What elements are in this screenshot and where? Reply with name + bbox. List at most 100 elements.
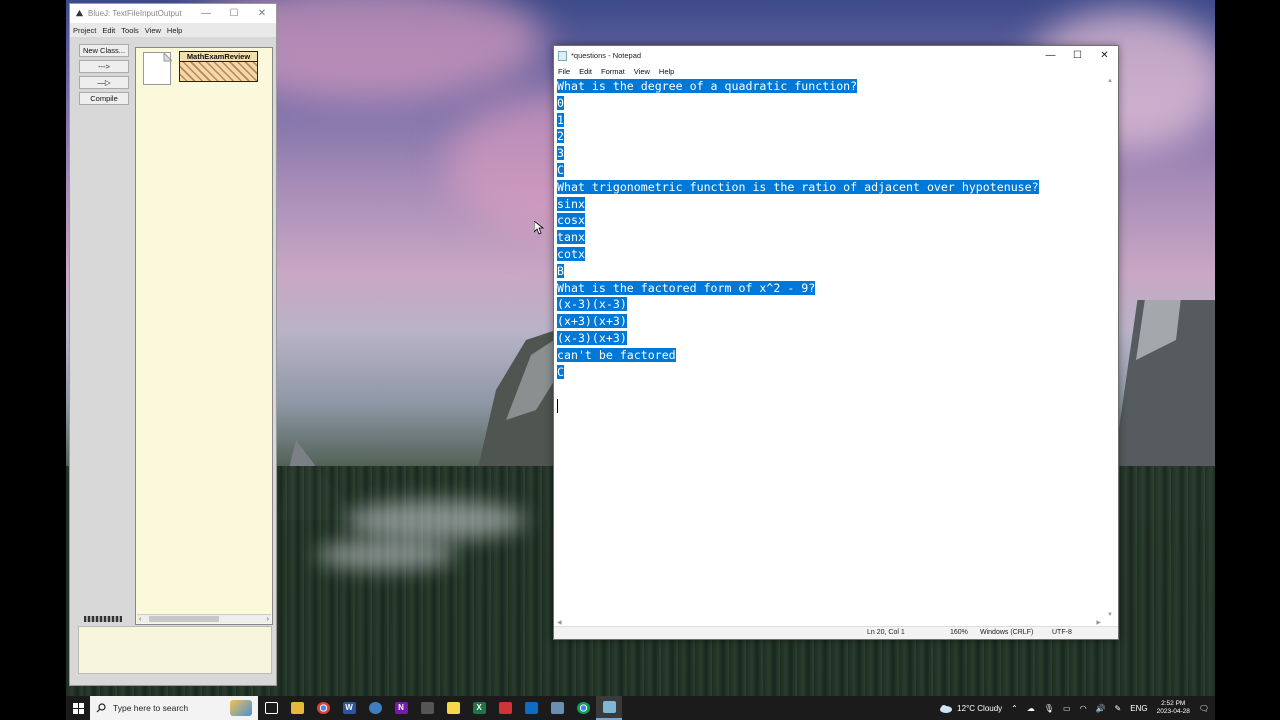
taskbar-app-word[interactable]: W — [336, 696, 362, 720]
text-editor-area[interactable]: What is the degree of a quadratic functi… — [557, 78, 1105, 618]
menu-help[interactable]: Help — [167, 26, 182, 35]
taskbar-app-chrome-2[interactable] — [570, 696, 596, 720]
taskbar-app-edge[interactable] — [362, 696, 388, 720]
start-button[interactable] — [66, 696, 90, 720]
remote-desktop-icon — [550, 702, 564, 714]
taskbar-app-vscode[interactable] — [518, 696, 544, 720]
taskbar-app-file-explorer[interactable] — [284, 696, 310, 720]
scroll-left-icon[interactable]: ‹ — [139, 616, 141, 623]
text-line: cosx — [557, 213, 585, 228]
bluej-logo-icon — [75, 9, 84, 17]
machine-activity-indicator — [84, 616, 122, 622]
taskbar-app-media[interactable] — [492, 696, 518, 720]
clock-date: 2023-04-28 — [1156, 708, 1190, 715]
close-button[interactable]: ✕ — [1091, 50, 1118, 61]
system-tray: 12°C Cloudy ⌃ ☁ 🎙 ▭ ◠ 🔊 ✎ ENG 2:52 PM 20… — [939, 700, 1215, 716]
text-line: can't be factored — [557, 347, 676, 362]
status-bar: Ln 20, Col 1 160% Windows (CRLF) UTF-8 — [554, 626, 1118, 639]
text-line: What is the factored form of x^2 - 9? — [557, 280, 816, 295]
text-line: (x-3)(x-3) — [557, 297, 627, 312]
menu-tools[interactable]: Tools — [121, 26, 139, 35]
pen-icon[interactable]: ✎ — [1115, 704, 1122, 713]
menu-edit[interactable]: Edit — [579, 67, 592, 76]
show-hidden-icons-chevron-icon[interactable]: ⌃ — [1011, 704, 1018, 713]
text-line: cotx — [557, 246, 585, 261]
taskbar: Type here to search W N X 12°C Cloudy ⌃ … — [66, 696, 1215, 720]
close-button[interactable]: ✕ — [248, 8, 276, 19]
scroll-right-icon[interactable]: › — [267, 616, 269, 623]
scroll-up-icon[interactable]: ▲ — [1107, 78, 1113, 84]
weather-text: 12°C Cloudy — [957, 703, 1003, 713]
cursor-position: Ln 20, Col 1 — [867, 629, 905, 636]
scroll-down-icon[interactable]: ▼ — [1107, 612, 1113, 618]
menu-format[interactable]: Format — [601, 67, 625, 76]
empty-line — [557, 380, 1105, 397]
line-ending: Windows (CRLF) — [980, 629, 1034, 636]
menu-project[interactable]: Project — [73, 26, 96, 35]
search-placeholder: Type here to search — [113, 703, 189, 713]
dependency-arrow-button[interactable]: ---> — [79, 60, 129, 73]
minimize-button[interactable]: — — [1037, 50, 1064, 61]
battery-icon[interactable]: ▭ — [1063, 704, 1071, 713]
taskbar-app-remote[interactable] — [544, 696, 570, 720]
text-line: (x-3)(x+3) — [557, 330, 627, 345]
microphone-icon[interactable]: 🎙 — [1044, 704, 1054, 713]
search-highlight-icon — [230, 700, 252, 716]
taskbar-app-sticky-notes[interactable] — [440, 696, 466, 720]
volume-icon[interactable]: 🔊 — [1096, 704, 1106, 713]
code-editor-icon — [524, 702, 538, 714]
maximize-button[interactable]: ☐ — [1064, 50, 1091, 61]
mouse-pointer-icon — [534, 221, 544, 235]
wifi-icon[interactable]: ◠ — [1080, 704, 1087, 713]
text-line: (x+3)(x+3) — [557, 314, 627, 329]
cloud-icon — [940, 704, 953, 713]
taskbar-app-onenote[interactable]: N — [388, 696, 414, 720]
language-indicator[interactable]: ENG — [1130, 704, 1147, 713]
text-line: 3 — [557, 146, 564, 161]
menu-help[interactable]: Help — [659, 67, 674, 76]
caret-line — [557, 397, 1105, 414]
class-box-mathexamreview[interactable]: MathExamReview — [179, 51, 258, 82]
onedrive-icon[interactable]: ☁ — [1027, 704, 1035, 713]
vertical-scrollbar[interactable]: ▲ ▼ — [1104, 78, 1117, 618]
text-line: 0 — [557, 95, 564, 110]
scroll-thumb[interactable] — [149, 616, 219, 622]
scroll-right-icon[interactable]: ▶ — [1096, 619, 1101, 626]
menu-edit[interactable]: Edit — [102, 26, 115, 35]
taskbar-search-box[interactable]: Type here to search — [90, 696, 258, 720]
inheritance-arrow-button[interactable]: —▷ — [79, 76, 129, 89]
bluej-menubar: Project Edit Tools View Help — [70, 23, 276, 37]
windows-logo-icon — [72, 702, 84, 714]
canvas-horizontal-scrollbar[interactable]: ‹ › — [137, 614, 271, 623]
weather-widget[interactable]: 12°C Cloudy — [939, 704, 1002, 713]
minimize-button[interactable]: — — [192, 8, 220, 19]
encoding: UTF-8 — [1052, 629, 1072, 636]
menu-view[interactable]: View — [634, 67, 650, 76]
taskbar-app-chrome[interactable] — [310, 696, 336, 720]
class-diagram-canvas[interactable]: MathExamReview ‹ › — [135, 47, 273, 625]
taskbar-app-task-view[interactable] — [258, 696, 284, 720]
search-icon — [96, 703, 106, 713]
menu-file[interactable]: File — [558, 67, 570, 76]
maximize-button[interactable]: ☐ — [220, 8, 248, 19]
excel-icon: X — [472, 702, 486, 714]
notifications-icon[interactable]: 🗨 — [1199, 704, 1209, 713]
clock[interactable]: 2:52 PM 2023-04-28 — [1157, 700, 1190, 716]
text-line: C — [557, 364, 564, 379]
text-line: What trigonometric function is the ratio… — [557, 179, 1039, 194]
browser-icon — [368, 702, 382, 714]
notepad-window: *questions - Notepad — ☐ ✕ File Edit For… — [553, 45, 1119, 640]
readme-note-icon[interactable] — [143, 51, 174, 85]
taskbar-app-notepad[interactable] — [596, 696, 622, 720]
text-line: What is the degree of a quadratic functi… — [557, 79, 858, 93]
taskbar-app-bluej[interactable] — [414, 696, 440, 720]
compile-button[interactable]: Compile — [79, 92, 129, 105]
text-caret — [557, 398, 558, 413]
notepad-window-title: *questions - Notepad — [571, 51, 642, 60]
bluej-titlebar: BlueJ: TextFileInputOutput — ☐ ✕ — [70, 4, 276, 23]
new-class-button[interactable]: New Class... — [79, 44, 129, 57]
scroll-left-icon[interactable]: ◀ — [557, 619, 562, 626]
taskbar-app-excel[interactable]: X — [466, 696, 492, 720]
menu-view[interactable]: View — [145, 26, 161, 35]
screen: BlueJ: TextFileInputOutput — ☐ ✕ Project… — [0, 0, 1280, 720]
